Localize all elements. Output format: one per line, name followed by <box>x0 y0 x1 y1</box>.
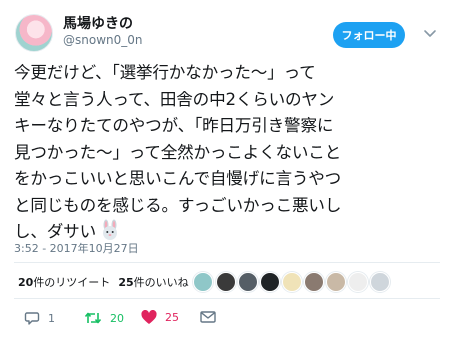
tweet-line: 今更だけど、「選挙行かなかった〜」って <box>14 63 316 82</box>
divider <box>14 262 440 263</box>
user-handle[interactable]: @snown0_0n <box>63 33 143 47</box>
liker-avatar[interactable] <box>304 272 324 292</box>
liker-avatar[interactable] <box>238 272 258 292</box>
heart-icon <box>141 310 157 324</box>
likes-label: 件のいいね <box>133 276 189 289</box>
likes-stat[interactable]: 25件のいいね <box>118 276 188 289</box>
tweet-text: 今更だけど、「選挙行かなかった〜」って 堂々と言う人って、田舎の中2くらいのヤン… <box>14 60 442 246</box>
tweet-card: 馬場ゆきの @snown0_0n フォロー中 今更だけど、「選挙行かなかった〜」… <box>0 0 450 347</box>
tweet-line-text: し、ダサい <box>14 222 96 241</box>
engagement-stats: 20件のリツイート 25件のいいね <box>18 274 189 290</box>
rabbit-face-icon <box>102 219 117 240</box>
direct-message-button[interactable] <box>200 310 216 324</box>
retweets-count: 20 <box>18 276 34 289</box>
tweet-line: と同じものを感じる。すっごいかっこ悪いし <box>14 195 342 215</box>
liker-avatar[interactable] <box>370 272 390 292</box>
reply-icon <box>24 312 40 325</box>
likes-count: 25 <box>118 276 134 289</box>
liker-avatar[interactable] <box>216 272 236 292</box>
like-count: 25 <box>165 311 179 324</box>
retweet-button[interactable]: 20 <box>84 310 124 326</box>
tweet-line: 見つかった〜」って全然かっこよくないこと <box>14 142 342 162</box>
tweet-line: をかっこいいと思いこんで自慢げに言うやつ <box>14 169 342 188</box>
tweet-line: 堂々と言う人って、田舎の中2くらいのヤン <box>14 89 335 109</box>
divider <box>14 298 440 299</box>
liker-avatar[interactable] <box>348 272 368 292</box>
tweet-line: キーなりたてのやつが、「昨日万引き警察に <box>14 116 334 135</box>
like-button[interactable]: 25 <box>141 310 179 325</box>
retweets-stat[interactable]: 20件のリツイート <box>18 276 110 289</box>
display-name[interactable]: 馬場ゆきの <box>63 13 133 33</box>
retweets-label: 件のリツイート <box>33 276 111 289</box>
retweet-count: 20 <box>110 311 124 325</box>
liker-avatar[interactable] <box>193 272 213 292</box>
liker-avatar[interactable] <box>260 272 280 292</box>
chevron-down-icon[interactable] <box>423 26 437 40</box>
tweet-timestamp[interactable]: 3:52 - 2017年10月27日 <box>14 240 139 256</box>
reply-button[interactable]: 1 <box>24 310 55 326</box>
liker-avatar[interactable] <box>282 272 302 292</box>
following-button[interactable]: フォロー中 <box>333 22 405 48</box>
liker-avatar[interactable] <box>326 272 346 292</box>
avatar[interactable] <box>15 14 53 52</box>
tweet-actions: 1 20 25 <box>14 310 434 332</box>
retweet-icon <box>84 312 102 324</box>
reply-count: 1 <box>48 311 55 325</box>
envelope-icon <box>200 311 216 323</box>
